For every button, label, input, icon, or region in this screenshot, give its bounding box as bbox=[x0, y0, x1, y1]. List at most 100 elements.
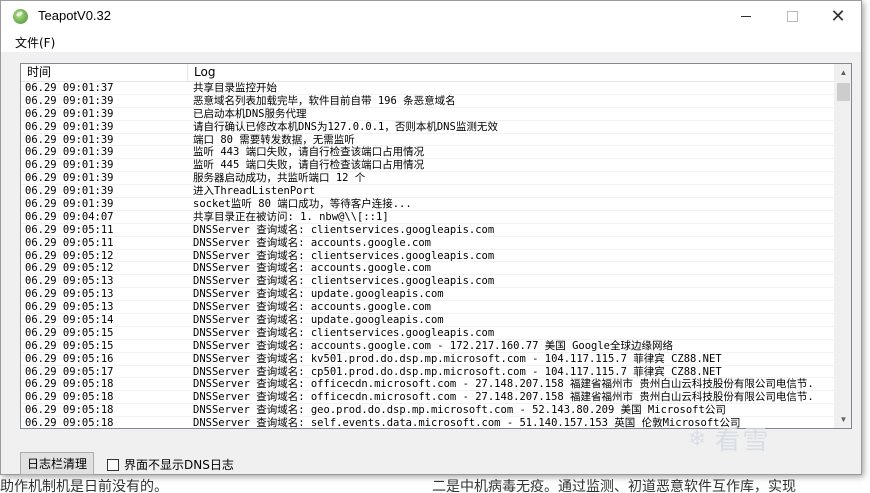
log-row-time: 06.29 09:05:14 bbox=[25, 314, 114, 327]
log-row[interactable]: 06.29 09:05:11 DNSServer 查询域名: clientserv… bbox=[21, 224, 834, 237]
log-row[interactable]: 06.29 09:05:13 DNSServer 查询域名: update.goo… bbox=[21, 288, 834, 302]
log-row-time: 06.29 09:05:11 bbox=[25, 236, 114, 249]
log-row-message: socket监听 80 端口成功，等待客户连接... bbox=[193, 198, 412, 211]
log-row-time: 06.29 09:05:18 bbox=[25, 391, 114, 404]
log-row-message: DNSServer 查询域名: clientservices.googleapi… bbox=[193, 249, 495, 262]
log-row-message: DNSServer 查询域名: accounts.google.com bbox=[193, 262, 431, 275]
log-row[interactable]: 06.29 09:05:15 DNSServer 查询域名: clientserv… bbox=[21, 327, 834, 340]
log-row-message: DNSServer 查询域名: accounts.google.com bbox=[193, 236, 431, 249]
log-row-message: DNSServer 查询域名: geo.prod.do.dsp.mp.micro… bbox=[193, 404, 726, 417]
log-row[interactable]: 06.29 09:01:37 共享目录监控开始 bbox=[21, 82, 834, 95]
title-bar[interactable]: TeapotV0.32 ✕ bbox=[1, 1, 861, 32]
log-row-message: DNSServer 查询域名: clientservices.googleapi… bbox=[193, 275, 495, 288]
scroll-up-icon[interactable]: ▲ bbox=[835, 64, 851, 81]
log-row[interactable]: 06.29 09:01:39 进入ThreadListenPort bbox=[21, 185, 834, 199]
hide-dns-log-option[interactable]: 界面不显示DNS日志 bbox=[107, 456, 234, 473]
log-row-time: 06.29 09:05:13 bbox=[25, 275, 114, 288]
log-row[interactable]: 06.29 09:04:07 共享目录正在被访问: 1. nbw@\\[::1] bbox=[21, 211, 834, 224]
log-row-message: 已启动本机DNS服务代理 bbox=[193, 107, 307, 120]
log-row-time: 06.29 09:05:18 bbox=[25, 417, 114, 428]
log-row[interactable]: 06.29 09:01:39 socket监听 80 端口成功，等待客户连接... bbox=[21, 198, 834, 211]
log-row-time: 06.29 09:05:15 bbox=[25, 339, 114, 352]
window-title: TeapotV0.32 bbox=[38, 8, 112, 23]
log-row-message: DNSServer 查询域名: clientservices.googleapi… bbox=[193, 326, 495, 339]
close-button[interactable]: ✕ bbox=[815, 1, 861, 32]
log-row-message: DNSServer 查询域名: update.googleapis.com bbox=[193, 288, 444, 301]
log-row[interactable]: 06.29 09:05:13 DNSServer 查询域名: accounts.g… bbox=[21, 301, 834, 315]
watermark-text: 看雪 bbox=[714, 426, 771, 456]
log-row[interactable]: 06.29 09:05:18 DNSServer 查询域名: officecdn.… bbox=[21, 391, 834, 405]
log-row-message: 服务器启动成功，共监听端口 12 个 bbox=[193, 172, 366, 185]
log-row[interactable]: 06.29 09:05:15 DNSServer 查询域名: accounts.g… bbox=[21, 340, 834, 353]
log-row-message: 共享目录正在被访问: 1. nbw@\\[::1] bbox=[193, 210, 389, 223]
log-list-header: 时间 Log bbox=[21, 64, 834, 82]
log-row-time: 06.29 09:01:39 bbox=[25, 107, 114, 120]
scroll-down-icon[interactable]: ▼ bbox=[835, 411, 851, 428]
minimize-icon bbox=[741, 16, 751, 17]
hide-dns-log-checkbox[interactable] bbox=[107, 458, 119, 471]
background-page-right-edge bbox=[862, 0, 870, 493]
log-row[interactable]: 06.29 09:01:39 监听 443 端口失败，请自行检查该端口占用情况 bbox=[21, 146, 834, 160]
log-row[interactable]: 06.29 09:05:12 DNSServer 查询域名: clientserv… bbox=[21, 250, 834, 263]
log-row-time: 06.29 09:04:07 bbox=[25, 210, 114, 223]
log-row-message: 监听 443 端口失败，请自行检查该端口占用情况 bbox=[193, 146, 425, 159]
log-row[interactable]: 06.29 09:05:11 DNSServer 查询域名: accounts.g… bbox=[21, 237, 834, 250]
teapot-app-icon bbox=[13, 9, 28, 24]
log-row-message: 请自行确认已修改本机DNS为127.0.0.1，否则本机DNS监测无效 bbox=[193, 120, 498, 133]
log-row[interactable]: 06.29 09:05:18 DNSServer 查询域名: officecdn.… bbox=[21, 378, 834, 392]
log-row-time: 06.29 09:01:39 bbox=[25, 159, 114, 172]
log-row-time: 06.29 09:05:13 bbox=[25, 301, 114, 314]
maximize-button[interactable] bbox=[769, 1, 815, 32]
log-row-time: 06.29 09:05:15 bbox=[25, 326, 114, 339]
log-row-message: DNSServer 查询域名: self.events.data.microso… bbox=[193, 417, 741, 428]
log-row[interactable]: 06.29 09:05:17 DNSServer 查询域名: cp501.prod… bbox=[21, 366, 834, 379]
scroll-thumb[interactable] bbox=[837, 83, 850, 101]
log-row[interactable]: 06.29 09:01:39 请自行确认已修改本机DNS为127.0.0.1，否则… bbox=[21, 121, 834, 134]
log-row-message: 恶意域名列表加载完毕，软件目前自带 196 条恶意域名 bbox=[193, 94, 456, 107]
log-row-time: 06.29 09:05:17 bbox=[25, 365, 114, 378]
vertical-scrollbar[interactable]: ▲ ▼ bbox=[834, 64, 851, 428]
log-row-message: 端口 80 需要转发数据，无需监听 bbox=[193, 133, 355, 146]
menu-file[interactable]: 文件(F) bbox=[15, 34, 55, 51]
log-list-body: 06.29 09:01:37 共享目录监控开始 06.29 09:01:39 恶意域名… bbox=[21, 82, 834, 428]
log-row-time: 06.29 09:05:18 bbox=[25, 404, 114, 417]
log-row-message: DNSServer 查询域名: kv501.prod.do.dsp.mp.mic… bbox=[193, 352, 722, 365]
snowflake-icon: ❄ bbox=[688, 425, 707, 451]
log-row[interactable]: 06.29 09:01:39 恶意域名列表加载完毕，软件目前自带 196 条恶意域… bbox=[21, 95, 834, 108]
log-row[interactable]: 06.29 09:01:39 服务器启动成功，共监听端口 12 个 bbox=[21, 172, 834, 186]
log-row-message: DNSServer 查询域名: clientservices.googleapi… bbox=[193, 223, 495, 236]
log-row[interactable]: 06.29 09:05:14 DNSServer 查询域名: update.goo… bbox=[21, 314, 834, 327]
log-row[interactable]: 06.29 09:01:39 已启动本机DNS服务代理 bbox=[21, 108, 834, 121]
log-row-time: 06.29 09:05:16 bbox=[25, 352, 114, 365]
log-row-time: 06.29 09:05:18 bbox=[25, 378, 114, 391]
log-row[interactable]: 06.29 09:05:13 DNSServer 查询域名: clientserv… bbox=[21, 275, 834, 289]
log-row-time: 06.29 09:01:39 bbox=[25, 146, 114, 159]
watermark: ❄ 看雪 bbox=[688, 420, 770, 457]
column-header-time[interactable]: 时间 bbox=[21, 64, 188, 81]
hide-dns-log-label: 界面不显示DNS日志 bbox=[124, 458, 234, 472]
maximize-icon bbox=[786, 11, 798, 22]
log-row-message: DNSServer 查询域名: cp501.prod.do.dsp.mp.mic… bbox=[193, 365, 722, 378]
log-row[interactable]: 06.29 09:05:18 DNSServer 查询域名: geo.prod.d… bbox=[21, 404, 834, 418]
log-row-message: 监听 445 端口失败，请自行检查该端口占用情况 bbox=[193, 159, 425, 172]
log-row[interactable]: 06.29 09:01:39 端口 80 需要转发数据，无需监听 bbox=[21, 134, 834, 147]
log-row[interactable]: 06.29 09:01:39 监听 445 端口失败，请自行检查该端口占用情况 bbox=[21, 159, 834, 173]
background-page-bottom: 助作机制机是日前没有的。 二是中机病毒无疫。通过监测、初道恶意软件互作库，实现 bbox=[0, 475, 870, 493]
column-header-log[interactable]: Log bbox=[188, 64, 834, 81]
minimize-button[interactable] bbox=[723, 1, 769, 32]
log-row[interactable]: 06.29 09:05:16 DNSServer 查询域名: kv501.prod… bbox=[21, 353, 834, 366]
log-row-time: 06.29 09:05:13 bbox=[25, 288, 114, 301]
app-window: TeapotV0.32 ✕ 文件(F) 时间 Log 06.29 09:01:3… bbox=[0, 0, 862, 475]
background-text-right: 二是中机病毒无疫。通过监测、初道恶意软件互作库，实现 bbox=[432, 479, 796, 493]
background-text-left: 助作机制机是日前没有的。 bbox=[0, 479, 168, 493]
log-row[interactable]: 06.29 09:05:12 DNSServer 查询域名: accounts.g… bbox=[21, 262, 834, 276]
clear-log-button[interactable]: 日志栏清理 bbox=[20, 452, 94, 475]
menu-bar: 文件(F) bbox=[1, 32, 861, 52]
log-row-message: DNSServer 查询域名: update.googleapis.com bbox=[193, 314, 444, 327]
log-row-message: 共享目录监控开始 bbox=[193, 82, 277, 94]
log-row-time: 06.29 09:01:37 bbox=[25, 82, 114, 94]
log-row-message: DNSServer 查询域名: officecdn.microsoft.com … bbox=[193, 378, 814, 391]
close-icon: ✕ bbox=[830, 6, 846, 26]
log-list[interactable]: 时间 Log 06.29 09:01:37 共享目录监控开始 06.29 09:01… bbox=[20, 63, 852, 429]
log-row-time: 06.29 09:05:11 bbox=[25, 223, 114, 236]
